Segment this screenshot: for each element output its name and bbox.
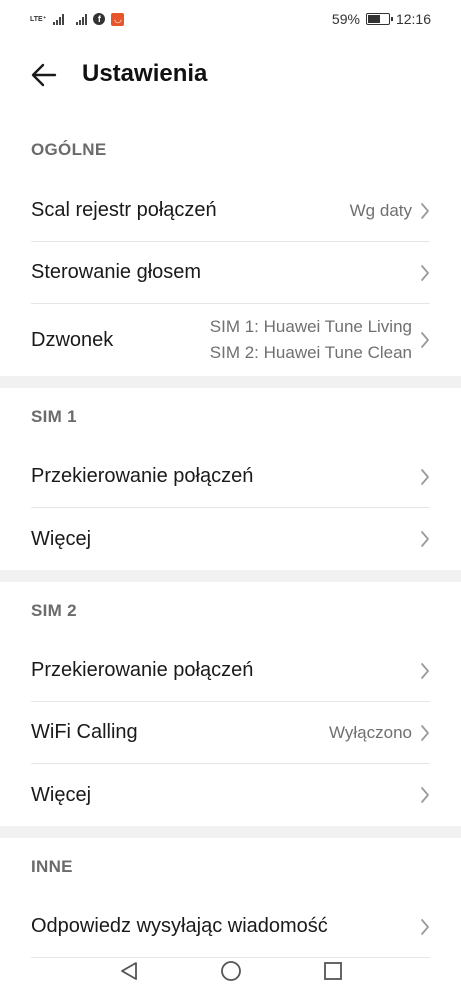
section-header-other: INNE bbox=[31, 857, 73, 876]
battery-percent: 59% bbox=[331, 11, 360, 27]
section-header-sim1: SIM 1 bbox=[31, 407, 77, 426]
facebook-icon: f bbox=[93, 13, 106, 25]
sim2-more-row[interactable]: Więcej bbox=[31, 764, 430, 826]
battery-icon bbox=[365, 13, 393, 25]
back-triangle-icon bbox=[120, 962, 137, 980]
chevron-right-icon bbox=[421, 918, 429, 935]
chevron-right-icon bbox=[421, 724, 429, 741]
status-left: LTE⁺ f ◡ bbox=[30, 12, 125, 26]
row-label: Przekierowanie połączeń bbox=[31, 659, 254, 681]
home-circle-icon bbox=[220, 961, 241, 981]
row-label: Więcej bbox=[31, 783, 92, 806]
system-nav-bar bbox=[0, 943, 461, 999]
row-label: Dzwonek bbox=[31, 328, 114, 351]
row-label: Więcej bbox=[31, 527, 92, 550]
signal-icon bbox=[53, 13, 65, 25]
sim1-call-forwarding-row[interactable]: Przekierowanie połączeń bbox=[31, 446, 430, 508]
section-header-sim2: SIM 2 bbox=[31, 601, 77, 620]
chevron-right-icon bbox=[421, 264, 429, 281]
section-divider bbox=[0, 826, 461, 838]
section-header-general: OGÓLNE bbox=[31, 140, 107, 159]
back-button[interactable] bbox=[30, 61, 60, 89]
voice-control-row[interactable]: Sterowanie głosem bbox=[31, 242, 430, 304]
chevron-right-icon bbox=[421, 662, 429, 679]
row-value: Wg daty bbox=[349, 200, 412, 220]
arrow-left-icon bbox=[31, 63, 57, 87]
sim1-more-row[interactable]: Więcej bbox=[31, 508, 430, 570]
row-label: WiFi Calling bbox=[31, 721, 138, 743]
section-divider bbox=[0, 570, 461, 582]
section-divider bbox=[0, 376, 461, 388]
row-label: Przekierowanie połączeń bbox=[31, 465, 254, 487]
ringtone-row[interactable]: Dzwonek SIM 1: Huawei Tune Living SIM 2:… bbox=[31, 304, 430, 376]
app-bar: Ustawienia bbox=[0, 52, 461, 98]
row-value: Wyłączono bbox=[329, 722, 412, 742]
nav-recents-button[interactable] bbox=[321, 959, 345, 983]
sim2-wifi-calling-row[interactable]: WiFi Calling Wyłączono bbox=[31, 702, 430, 764]
chevron-right-icon bbox=[421, 787, 429, 803]
recents-square-icon bbox=[323, 962, 342, 980]
clock: 12:16 bbox=[395, 11, 431, 27]
ringtone-values: SIM 1: Huawei Tune Living SIM 2: Huawei … bbox=[210, 314, 412, 366]
sim2-call-forwarding-row[interactable]: Przekierowanie połączeń bbox=[31, 640, 430, 702]
network-type-label: LTE⁺ bbox=[30, 15, 47, 23]
status-right: 59% 12:16 bbox=[332, 11, 431, 27]
aliexpress-icon: ◡ bbox=[111, 12, 125, 26]
chevron-right-icon bbox=[421, 468, 429, 485]
row-label: Scal rejestr połączeń bbox=[31, 199, 217, 221]
ringtone-sim2-value: SIM 2: Huawei Tune Clean bbox=[209, 343, 412, 362]
battery-fill bbox=[367, 15, 380, 23]
nav-home-button[interactable] bbox=[219, 959, 243, 983]
signal-icon bbox=[76, 13, 88, 25]
row-label: Sterowanie głosem bbox=[31, 261, 202, 283]
ringtone-sim1-value: SIM 1: Huawei Tune Living bbox=[209, 317, 412, 336]
settings-list: OGÓLNE Scal rejestr połączeń Wg daty Ste… bbox=[0, 120, 461, 958]
merge-call-log-row[interactable]: Scal rejestr połączeń Wg daty bbox=[31, 180, 430, 242]
chevron-right-icon bbox=[421, 332, 429, 348]
page-title: Ustawienia bbox=[82, 60, 208, 87]
row-label: Odpowiedz wysyłając wiadomość bbox=[31, 915, 328, 937]
status-bar: LTE⁺ f ◡ 59% 12:16 bbox=[0, 0, 461, 38]
chevron-right-icon bbox=[421, 531, 429, 547]
chevron-right-icon bbox=[421, 202, 429, 219]
nav-back-button[interactable] bbox=[117, 959, 141, 983]
